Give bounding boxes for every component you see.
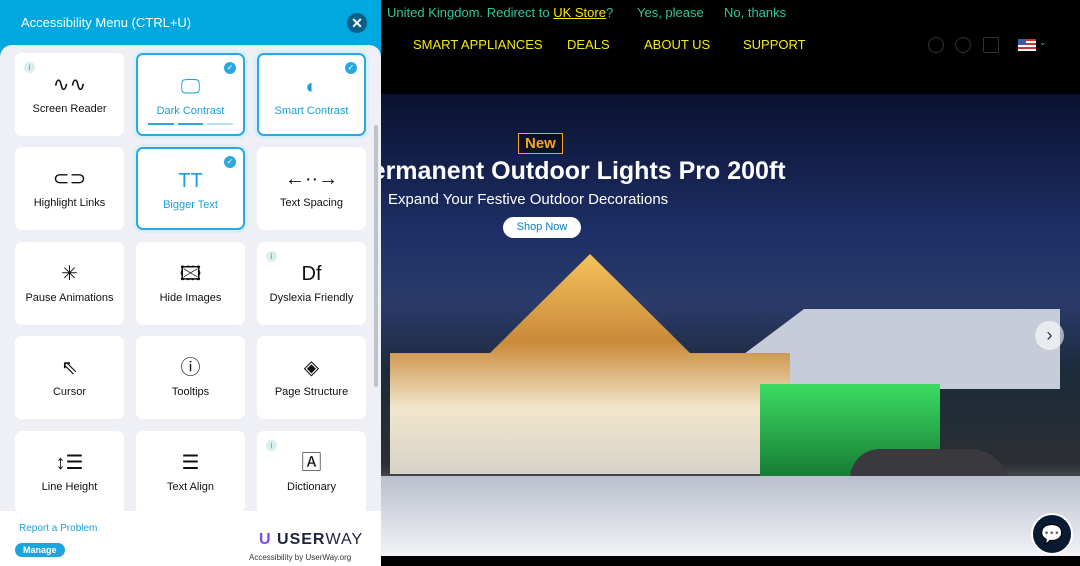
check-icon: ✓: [224, 156, 236, 168]
uk-store-link[interactable]: UK Store: [553, 5, 606, 20]
hero-subline: Expand Your Festive Outdoor Decorations: [388, 191, 669, 208]
level-bar: [177, 123, 204, 125]
userway-logo: U USERWAY: [259, 531, 363, 549]
hide-image-icon: 🖾: [179, 263, 202, 285]
card-tooltips[interactable]: ⓘ Tooltips: [136, 336, 245, 419]
close-button[interactable]: ✕: [347, 13, 367, 33]
carousel-next-button[interactable]: ›: [1035, 321, 1064, 350]
feature-grid: ∿∿ Screen Reader i 🖵 Dark Contrast ✓ ◐ Smart Co…: [0, 45, 381, 511]
line-height-icon: ↕☰: [55, 452, 84, 474]
nav-support[interactable]: SUPPORT: [743, 37, 806, 52]
spacing-arrows-icon: ←··→: [284, 168, 339, 190]
level-bar: [207, 123, 234, 125]
brand-way: WAY: [325, 531, 364, 548]
level-bar: [148, 123, 174, 125]
dictionary-icon: 🄰: [301, 452, 322, 474]
yes-please-button[interactable]: Yes, please: [637, 5, 704, 20]
info-icon[interactable]: i: [266, 440, 277, 451]
link-icon: ⊂⊃: [52, 168, 87, 190]
df-icon: Df: [301, 263, 322, 285]
card-dyslexia-friendly[interactable]: Df Dyslexia Friendly i: [257, 242, 366, 325]
card-screen-reader[interactable]: ∿∿ Screen Reader i: [15, 53, 124, 136]
userway-u-icon: U: [259, 531, 272, 548]
card-label: Bigger Text: [163, 199, 218, 211]
hero-headline: Permanent Outdoor Lights Pro 200ft: [355, 157, 786, 185]
card-label: Dark Contrast: [156, 105, 225, 117]
brand-user: USER: [277, 531, 326, 548]
panel-footer: Report a Problem Manage U USERWAY Access…: [0, 511, 381, 566]
card-line-height[interactable]: ↕☰ Line Height: [15, 431, 124, 511]
card-label: Hide Images: [159, 292, 222, 304]
card-label: Tooltips: [171, 386, 210, 398]
no-thanks-button[interactable]: No, thanks: [724, 5, 786, 20]
cart-icon[interactable]: [983, 37, 999, 53]
shop-now-button[interactable]: Shop Now: [503, 217, 581, 238]
new-badge: New: [518, 133, 563, 154]
card-label: Screen Reader: [32, 103, 107, 115]
report-problem-link[interactable]: Report a Problem: [19, 523, 97, 534]
card-cursor[interactable]: ⇖ Cursor: [15, 336, 124, 419]
nav-smart-appliances[interactable]: SMART APPLIANCES: [413, 37, 543, 52]
card-text-align[interactable]: ☰ Text Align: [136, 431, 245, 511]
card-label: Dictionary: [287, 481, 336, 493]
region-notice: United Kingdom. Redirect to UK Store? Ye…: [387, 5, 786, 20]
card-pause-animations[interactable]: ✳ Pause Animations: [15, 242, 124, 325]
align-icon: ☰: [181, 452, 200, 474]
pause-spinner-icon: ✳: [61, 263, 78, 285]
card-dictionary[interactable]: 🄰 Dictionary i: [257, 431, 366, 511]
card-label: Line Height: [41, 481, 98, 493]
panel-title: Accessibility Menu (CTRL+U): [21, 15, 192, 30]
nav-about-us[interactable]: ABOUT US: [644, 37, 710, 52]
level-indicator: [148, 123, 234, 125]
notice-suffix: ?: [605, 5, 614, 20]
accessibility-panel: Accessibility Menu (CTRL+U) ✕ ∿∿ Screen R…: [0, 0, 381, 566]
card-hide-images[interactable]: 🖾 Hide Images: [136, 242, 245, 325]
userway-tagline[interactable]: Accessibility by UserWay.org: [249, 553, 351, 562]
info-icon[interactable]: i: [266, 251, 277, 262]
check-icon: ✓: [224, 62, 236, 74]
card-label: Text Spacing: [280, 197, 343, 209]
card-label: Text Align: [166, 481, 215, 493]
card-smart-contrast[interactable]: ◐ Smart Contrast ✓: [257, 53, 366, 136]
card-label: Page Structure: [274, 386, 349, 398]
card-highlight-links[interactable]: ⊂⊃ Highlight Links: [15, 147, 124, 230]
card-label: Dyslexia Friendly: [269, 292, 354, 304]
notice-text: United Kingdom. Redirect to: [387, 5, 554, 20]
card-label: Smart Contrast: [274, 105, 349, 117]
snow-ground: [380, 476, 1080, 556]
panel-scrollbar[interactable]: [374, 125, 378, 387]
chat-button[interactable]: 💬: [1031, 513, 1073, 555]
card-label: Cursor: [52, 386, 86, 398]
cursor-icon: ⇖: [61, 357, 78, 379]
search-icon[interactable]: [928, 37, 944, 53]
monitor-icon: 🖵: [180, 76, 201, 98]
contrast-gear-icon: ◐: [305, 76, 318, 98]
card-bigger-text[interactable]: TT Bigger Text ✓: [136, 147, 245, 230]
chat-icon: 💬: [1040, 524, 1064, 544]
check-icon: ✓: [345, 62, 357, 74]
card-text-spacing[interactable]: ←··→ Text Spacing: [257, 147, 366, 230]
layers-icon: ◈: [303, 357, 320, 379]
bottom-strip: [380, 556, 982, 566]
waveform-icon: ∿∿: [52, 74, 87, 96]
card-label: Pause Animations: [25, 292, 114, 304]
close-icon: ✕: [351, 15, 363, 31]
info-icon[interactable]: i: [24, 62, 35, 73]
tooltip-icon: ⓘ: [180, 357, 201, 379]
nav-deals[interactable]: DEALS: [567, 37, 610, 52]
manage-button[interactable]: Manage: [15, 543, 65, 557]
card-page-structure[interactable]: ◈ Page Structure: [257, 336, 366, 419]
card-label: Highlight Links: [33, 197, 106, 209]
lit-house: [390, 254, 790, 474]
text-size-icon: TT: [178, 170, 203, 192]
account-icon[interactable]: [955, 37, 971, 53]
card-dark-contrast[interactable]: 🖵 Dark Contrast ✓: [136, 53, 245, 136]
chevron-down-icon[interactable]: ⌄: [1039, 37, 1047, 48]
us-flag-icon[interactable]: [1018, 39, 1036, 51]
